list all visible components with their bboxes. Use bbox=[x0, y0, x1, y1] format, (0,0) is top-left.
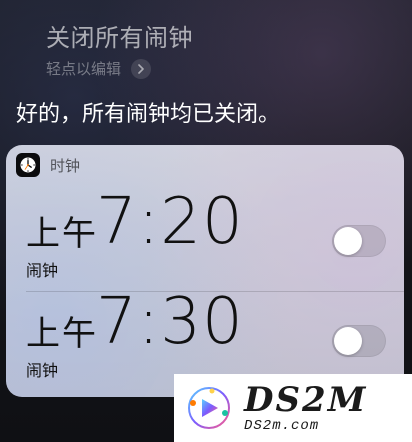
watermark-text: DS2M DS2m.com bbox=[244, 383, 367, 433]
alarm-row-0730[interactable]: 上午 7:30 闹钟 bbox=[6, 285, 404, 385]
watermark-logo-icon bbox=[184, 383, 234, 433]
alarm-toggle[interactable] bbox=[332, 225, 386, 257]
card-app-title: 时钟 bbox=[50, 157, 81, 175]
alarm-label: 闹钟 bbox=[26, 261, 59, 280]
toggle-knob bbox=[334, 327, 362, 355]
clock-icon bbox=[16, 153, 40, 177]
alarm-time: 7:30 bbox=[96, 285, 244, 359]
alarm-label: 闹钟 bbox=[26, 361, 59, 380]
watermark: DS2M DS2m.com bbox=[174, 374, 412, 442]
watermark-domain: DS2m.com bbox=[244, 418, 320, 434]
watermark-brand: DS2M bbox=[244, 380, 368, 420]
alarm-period: 上午 bbox=[26, 214, 98, 254]
siri-response-text: 好的，所有闹钟均已关闭。 bbox=[16, 102, 281, 127]
chevron-right-icon[interactable] bbox=[131, 58, 152, 79]
toggle-knob bbox=[334, 227, 362, 255]
clock-alarm-card: 时钟 上午 7:20 闹钟 上午 7:30 闹钟 bbox=[6, 145, 404, 397]
alarm-row-0720[interactable]: 上午 7:20 闹钟 bbox=[6, 185, 404, 285]
card-header: 时钟 bbox=[16, 153, 80, 177]
alarm-time: 7:20 bbox=[96, 185, 244, 259]
alarm-period: 上午 bbox=[26, 314, 98, 354]
tap-to-edit-label: 轻点以编辑 bbox=[46, 60, 122, 78]
tap-to-edit-hint[interactable]: 轻点以编辑 bbox=[46, 58, 152, 79]
siri-query-text[interactable]: 关闭所有闹钟 bbox=[46, 18, 193, 53]
alarm-toggle[interactable] bbox=[332, 325, 386, 357]
